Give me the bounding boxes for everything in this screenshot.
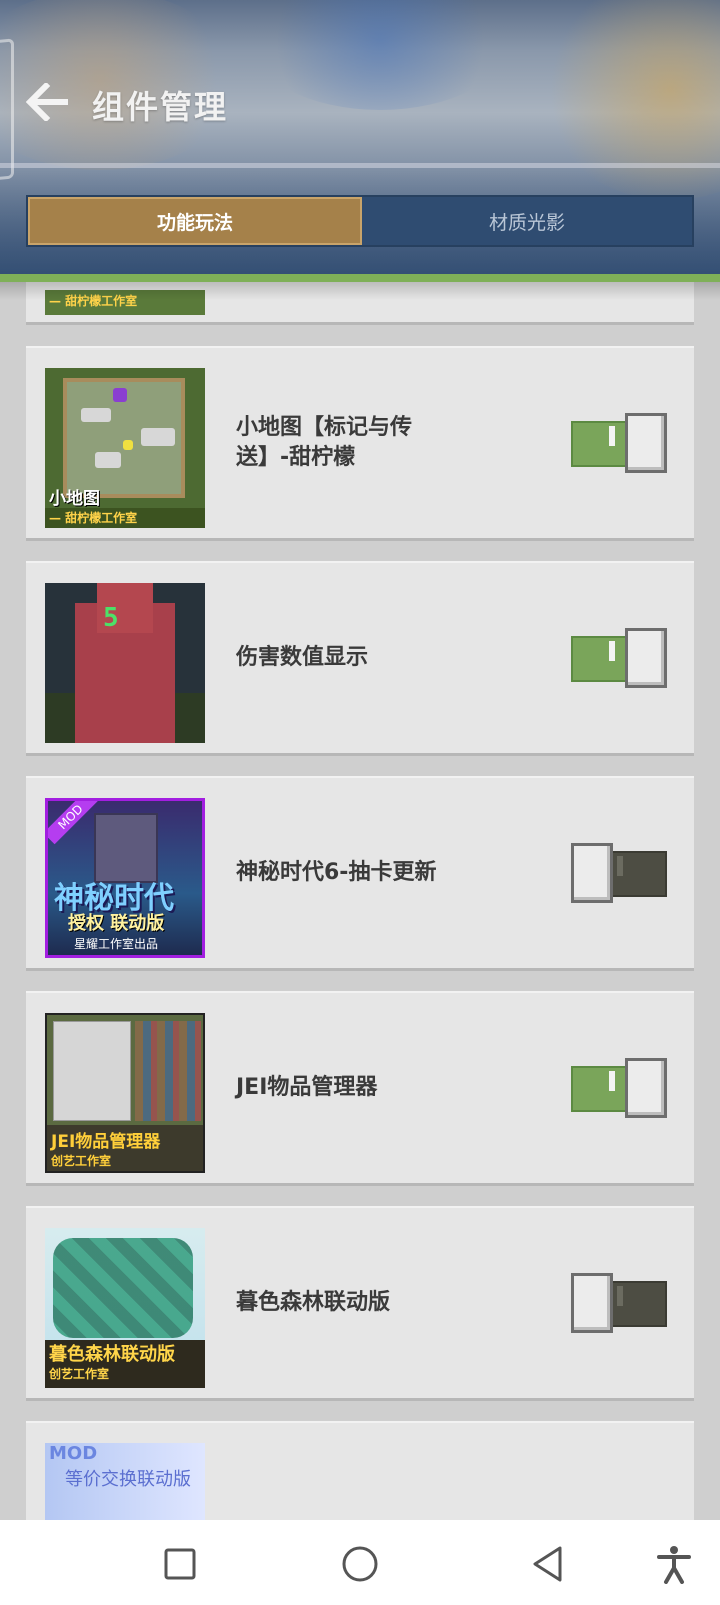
tab-bar: 功能玩法 材质光影: [26, 195, 694, 247]
home-circle-icon: [342, 1546, 378, 1582]
component-thumbnail: JEI物品管理器 创艺工作室: [45, 1013, 205, 1173]
component-name: 小地图【标记与传送】-甜柠檬: [236, 415, 413, 470]
component-name: 神秘时代6-抽卡更新: [236, 860, 437, 885]
back-nav-button[interactable]: [524, 1540, 572, 1588]
component-list[interactable]: — 甜柠檬工作室 小地图 — 甜柠檬工作室 小地图【标记与传送】-甜柠檬 5 伤…: [0, 282, 720, 1520]
recents-square-icon: [164, 1548, 196, 1580]
recents-button[interactable]: [156, 1540, 204, 1588]
list-item-thaumcraft[interactable]: MOD 神秘时代 授权 联动版 星耀工作室出品 神秘时代6-抽卡更新: [26, 776, 694, 971]
back-button[interactable]: [22, 78, 74, 126]
component-name: 伤害数值显示: [236, 645, 369, 670]
list-item-damage-display[interactable]: 5 伤害数值显示: [26, 561, 694, 756]
enable-toggle[interactable]: [571, 628, 669, 688]
header-accent-strip: [0, 274, 720, 282]
component-name: JEI物品管理器: [236, 1075, 378, 1100]
component-thumbnail: 小地图 — 甜柠檬工作室: [45, 368, 205, 528]
accessibility-button[interactable]: [650, 1540, 698, 1588]
system-nav-bar: [0, 1520, 720, 1605]
tab-textures-shaders[interactable]: 材质光影: [362, 197, 692, 245]
component-thumbnail: MOD 神秘时代 授权 联动版 星耀工作室出品: [45, 798, 205, 958]
side-rail-decoration: [0, 38, 14, 182]
component-name: 暮色森林联动版: [236, 1290, 391, 1315]
page-title: 组件管理: [92, 88, 229, 126]
tab-gameplay[interactable]: 功能玩法: [28, 197, 362, 245]
home-button[interactable]: [336, 1540, 384, 1588]
arrow-left-icon: [26, 83, 68, 121]
enable-toggle[interactable]: [571, 413, 669, 473]
back-triangle-icon: [533, 1546, 562, 1582]
enable-toggle[interactable]: [571, 843, 669, 903]
list-item-partial[interactable]: MOD 等价交换联动版: [26, 1421, 694, 1520]
component-thumbnail: 暮色森林联动版 创艺工作室: [45, 1228, 205, 1388]
enable-toggle[interactable]: [571, 1058, 669, 1118]
accessibility-icon: [657, 1546, 691, 1584]
component-thumbnail: 5: [45, 583, 205, 743]
component-thumbnail: MOD 等价交换联动版: [45, 1443, 205, 1520]
list-item-twilight-forest[interactable]: 暮色森林联动版 创艺工作室 暮色森林联动版: [26, 1206, 694, 1401]
list-item-minimap[interactable]: 小地图 — 甜柠檬工作室 小地图【标记与传送】-甜柠檬: [26, 346, 694, 541]
enable-toggle[interactable]: [571, 1273, 669, 1333]
list-item-jei[interactable]: JEI物品管理器 创艺工作室 JEI物品管理器: [26, 991, 694, 1186]
header: 组件管理 功能玩法 材质光影: [0, 0, 720, 282]
